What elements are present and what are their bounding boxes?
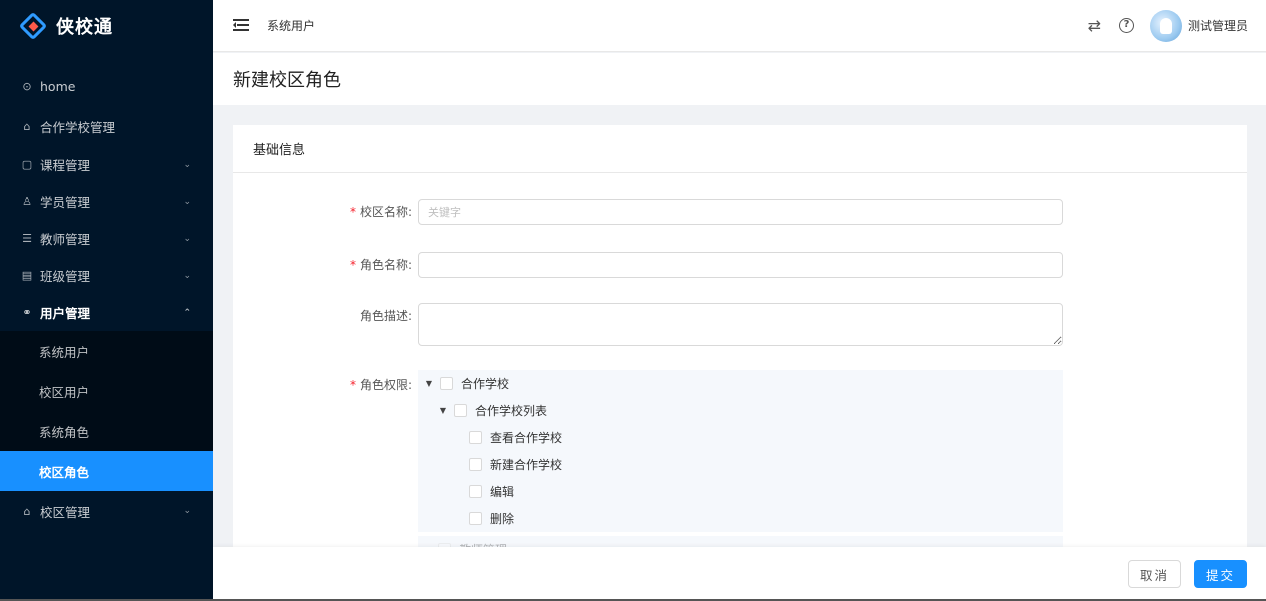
users-icon: ⚭ xyxy=(22,306,32,319)
sidebar-subitem-campus-roles[interactable]: 校区角色 xyxy=(0,451,213,491)
sidebar: 侠校通 ⊙ home ⌂ 合作学校管理 ▢ 课程管理 ⌄ ♙ 学员管理 ⌄ ☰ … xyxy=(0,0,213,601)
role-name-input[interactable] xyxy=(418,252,1063,278)
sidebar-item-label: 用户管理 xyxy=(40,306,91,321)
sidebar-subitem-system-roles[interactable]: 系统角色 xyxy=(0,411,213,451)
checkbox[interactable] xyxy=(469,458,482,471)
school-icon: ⌂ xyxy=(23,119,31,133)
checkbox[interactable] xyxy=(454,404,467,417)
required-mark: * xyxy=(349,205,356,219)
form-row-permissions: * 角色权限: ▼ 合作学校 ▼ 合作学校列表 查看合作学校 新建合作学校 编辑… xyxy=(233,370,1247,555)
sidebar-subitem-label: 校区角色 xyxy=(39,464,90,480)
username[interactable]: 测试管理员 xyxy=(1188,17,1248,34)
tree-node[interactable]: ▼ 合作学校列表 xyxy=(418,397,1063,424)
top-header: 系统用户 ⇄ ? 测试管理员 xyxy=(213,0,1266,52)
tree-node-label: 新建合作学校 xyxy=(490,458,563,472)
class-icon: ▤ xyxy=(21,269,33,282)
sidebar-item-label: 教师管理 xyxy=(40,232,91,247)
tree-group: ▼ 合作学校 ▼ 合作学校列表 查看合作学校 新建合作学校 编辑 删除 xyxy=(418,370,1063,532)
form-row-campus-name: * 校区名称: xyxy=(233,199,1247,225)
chevron-down-icon: ⌄ xyxy=(183,270,191,281)
menu-fold-icon[interactable] xyxy=(233,19,249,32)
sidebar-item-courses[interactable]: ▢ 课程管理 ⌄ xyxy=(0,146,213,183)
page-header: 新建校区角色 xyxy=(213,53,1266,105)
sidebar-subitem-label: 校区用户 xyxy=(39,384,90,400)
permissions-label: 角色权限: xyxy=(359,378,412,392)
tree-node[interactable]: 新建合作学校 xyxy=(418,451,1063,478)
tree-node-label: 合作学校列表 xyxy=(475,404,548,418)
role-desc-textarea[interactable] xyxy=(418,303,1063,346)
caret-down-icon[interactable]: ▼ xyxy=(424,379,434,388)
form-row-role-desc: 角色描述: xyxy=(233,303,1247,346)
tree-node-label: 合作学校 xyxy=(461,377,510,391)
chevron-up-icon: ⌃ xyxy=(183,307,191,318)
checkbox[interactable] xyxy=(469,431,482,444)
tree-node[interactable]: 删除 xyxy=(418,505,1063,532)
sidebar-item-label: 班级管理 xyxy=(40,269,91,284)
chevron-down-icon: ⌄ xyxy=(183,196,191,207)
tree-node-label: 编辑 xyxy=(490,485,515,499)
tree-node[interactable]: 编辑 xyxy=(418,478,1063,505)
campus-name-input[interactable] xyxy=(418,199,1063,225)
home-icon: ⊙ xyxy=(22,79,32,93)
logo[interactable]: 侠校通 xyxy=(0,0,213,52)
checkbox[interactable] xyxy=(469,512,482,525)
campus-name-label: 校区名称: xyxy=(359,205,412,219)
chevron-down-icon: ⌄ xyxy=(183,233,191,244)
sidebar-subitem-campus-users[interactable]: 校区用户 xyxy=(0,371,213,411)
sidebar-item-teachers[interactable]: ☰ 教师管理 ⌄ xyxy=(0,220,213,257)
sidebar-subitem-label: 系统角色 xyxy=(39,424,90,440)
header-actions: ⇄ ? 测试管理员 xyxy=(1088,9,1248,42)
role-name-label: 角色名称: xyxy=(359,258,412,272)
chevron-down-icon: ⌄ xyxy=(183,159,191,170)
sidebar-item-label: 校区管理 xyxy=(40,504,91,520)
page-title: 新建校区角色 xyxy=(233,70,341,91)
sidebar-item-label: 课程管理 xyxy=(40,158,91,173)
logo-icon xyxy=(18,11,48,41)
app-name: 侠校通 xyxy=(56,17,113,38)
tree-node-label: 查看合作学校 xyxy=(490,431,563,445)
form-footer: 取消 提交 xyxy=(213,547,1266,601)
tree-node[interactable]: ▼ 合作学校 xyxy=(418,370,1063,397)
sidebar-item-home[interactable]: ⊙ home xyxy=(0,66,213,106)
sidebar-item-students[interactable]: ♙ 学员管理 ⌄ xyxy=(0,183,213,220)
breadcrumb[interactable]: 系统用户 xyxy=(267,17,315,34)
card-title: 基础信息 xyxy=(233,125,1247,173)
chevron-down-icon: ⌄ xyxy=(183,506,191,516)
tree-node-label: 删除 xyxy=(490,512,515,526)
sidebar-item-partner-schools[interactable]: ⌂ 合作学校管理 xyxy=(0,106,213,146)
help-icon[interactable]: ? xyxy=(1118,18,1134,33)
checkbox[interactable] xyxy=(469,485,482,498)
sidebar-item-classes[interactable]: ▤ 班级管理 ⌄ xyxy=(0,257,213,294)
sidebar-menu: ⊙ home ⌂ 合作学校管理 ▢ 课程管理 ⌄ ♙ 学员管理 ⌄ ☰ 教师管理… xyxy=(0,66,213,531)
course-icon: ▢ xyxy=(21,158,33,171)
submit-button[interactable]: 提交 xyxy=(1193,560,1247,588)
caret-down-icon[interactable]: ▼ xyxy=(438,406,448,415)
sidebar-subitem-system-users[interactable]: 系统用户 xyxy=(0,331,213,371)
sidebar-subitem-label: 系统用户 xyxy=(39,344,90,360)
sidebar-item-users[interactable]: ⚭ 用户管理 ⌃ xyxy=(0,294,213,331)
permission-tree: ▼ 合作学校 ▼ 合作学校列表 查看合作学校 新建合作学校 编辑 删除 xyxy=(418,370,1063,555)
teacher-icon: ☰ xyxy=(22,232,32,245)
swap-icon[interactable]: ⇄ xyxy=(1088,16,1101,35)
basic-info-card: 基础信息 *校区名称: *角色名称: 角色描述: *角色权限: ▼ 合作学校 ▼… xyxy=(233,125,1247,555)
sidebar-item-campus[interactable]: ⌂ 校区管理 ⌄ xyxy=(0,491,213,531)
required-mark: * xyxy=(349,258,356,272)
sidebar-item-label: 学员管理 xyxy=(40,195,91,210)
tree-node[interactable]: 查看合作学校 xyxy=(418,424,1063,451)
form-row-role-name: * 角色名称: xyxy=(233,252,1247,278)
role-desc-label: 角色描述: xyxy=(359,309,412,323)
sidebar-item-label: home xyxy=(40,78,76,94)
cancel-button[interactable]: 取消 xyxy=(1127,560,1181,588)
campus-icon: ⌂ xyxy=(23,504,31,518)
avatar[interactable] xyxy=(1149,9,1182,42)
checkbox[interactable] xyxy=(440,377,453,390)
required-mark: * xyxy=(349,378,356,392)
student-icon: ♙ xyxy=(22,195,32,208)
sidebar-item-label: 合作学校管理 xyxy=(40,119,116,135)
